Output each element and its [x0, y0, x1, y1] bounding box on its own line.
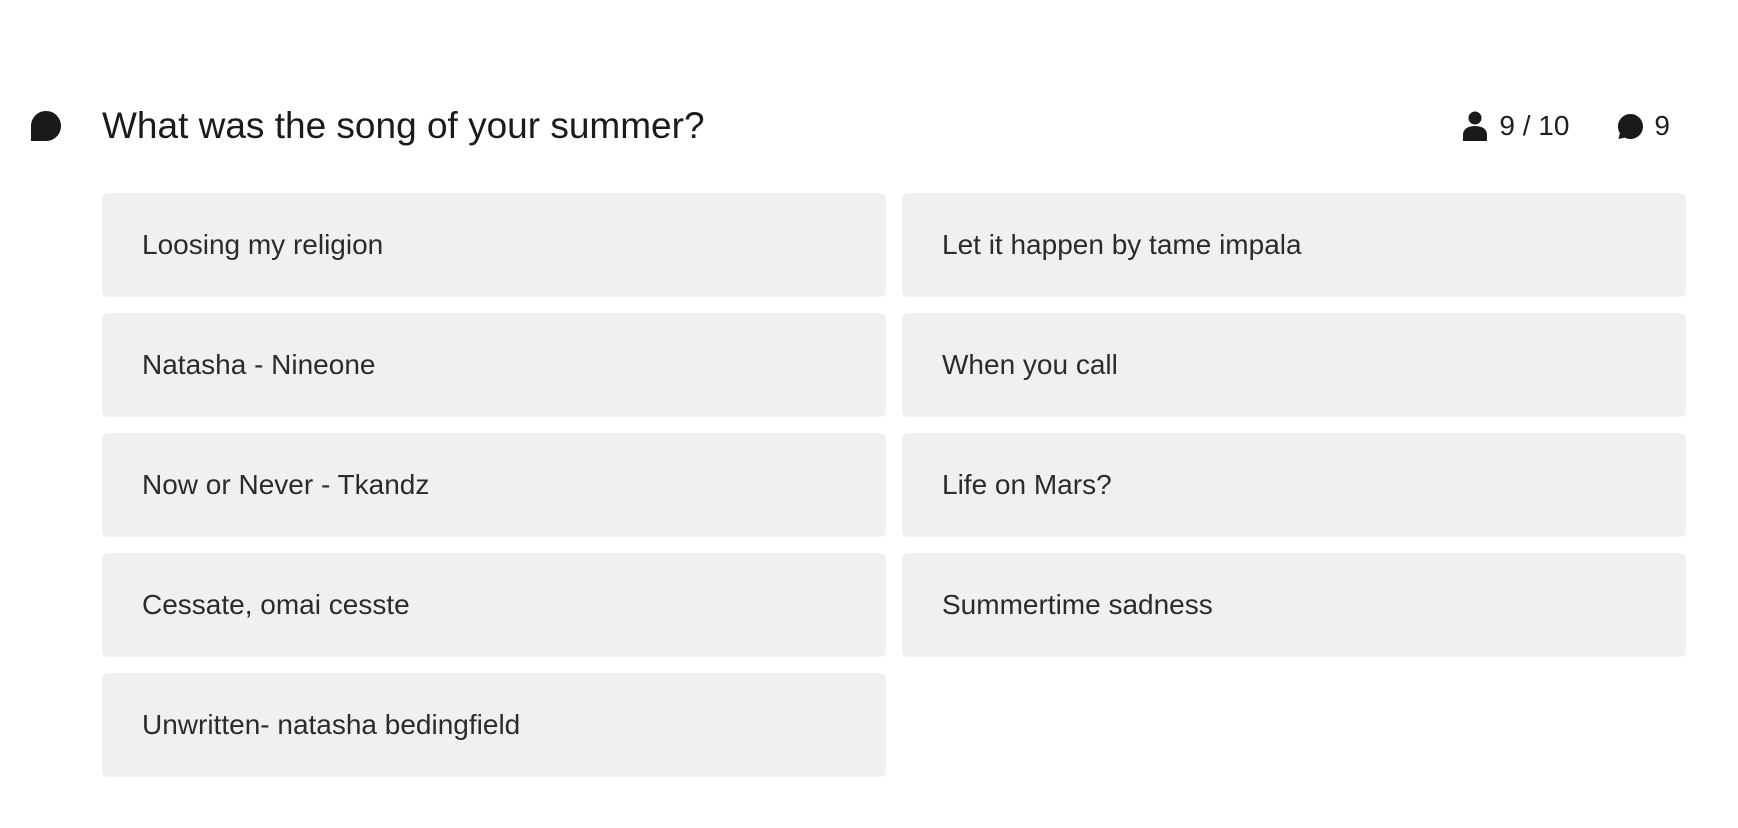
comments-stat[interactable]: 9 [1617, 110, 1670, 142]
answer-card[interactable]: Cessate, omai cesste [102, 553, 886, 657]
answer-card[interactable]: Now or Never - Tkandz [102, 433, 886, 537]
speech-bubble-icon [30, 110, 62, 142]
participants-stat: 9 / 10 [1463, 110, 1569, 142]
comments-count: 9 [1654, 110, 1670, 141]
answer-card[interactable]: When you call [902, 313, 1686, 417]
comment-bubble-icon [1618, 113, 1644, 139]
answer-card[interactable]: Summertime sadness [902, 553, 1686, 657]
answer-card[interactable]: Loosing my religion [102, 193, 886, 297]
question-title: What was the song of your summer? [102, 105, 705, 146]
answer-card[interactable]: Unwritten- natasha bedingfield [102, 673, 886, 777]
person-icon [1463, 111, 1488, 141]
stats-bar: 9 / 10 9 [1463, 106, 1670, 146]
answer-card[interactable]: Life on Mars? [902, 433, 1686, 537]
answers-grid: Loosing my religion Let it happen by tam… [102, 193, 1686, 777]
answer-card[interactable]: Let it happen by tame impala [902, 193, 1686, 297]
participants-count: 9 / 10 [1499, 110, 1570, 141]
answer-card[interactable]: Natasha - Nineone [102, 313, 886, 417]
